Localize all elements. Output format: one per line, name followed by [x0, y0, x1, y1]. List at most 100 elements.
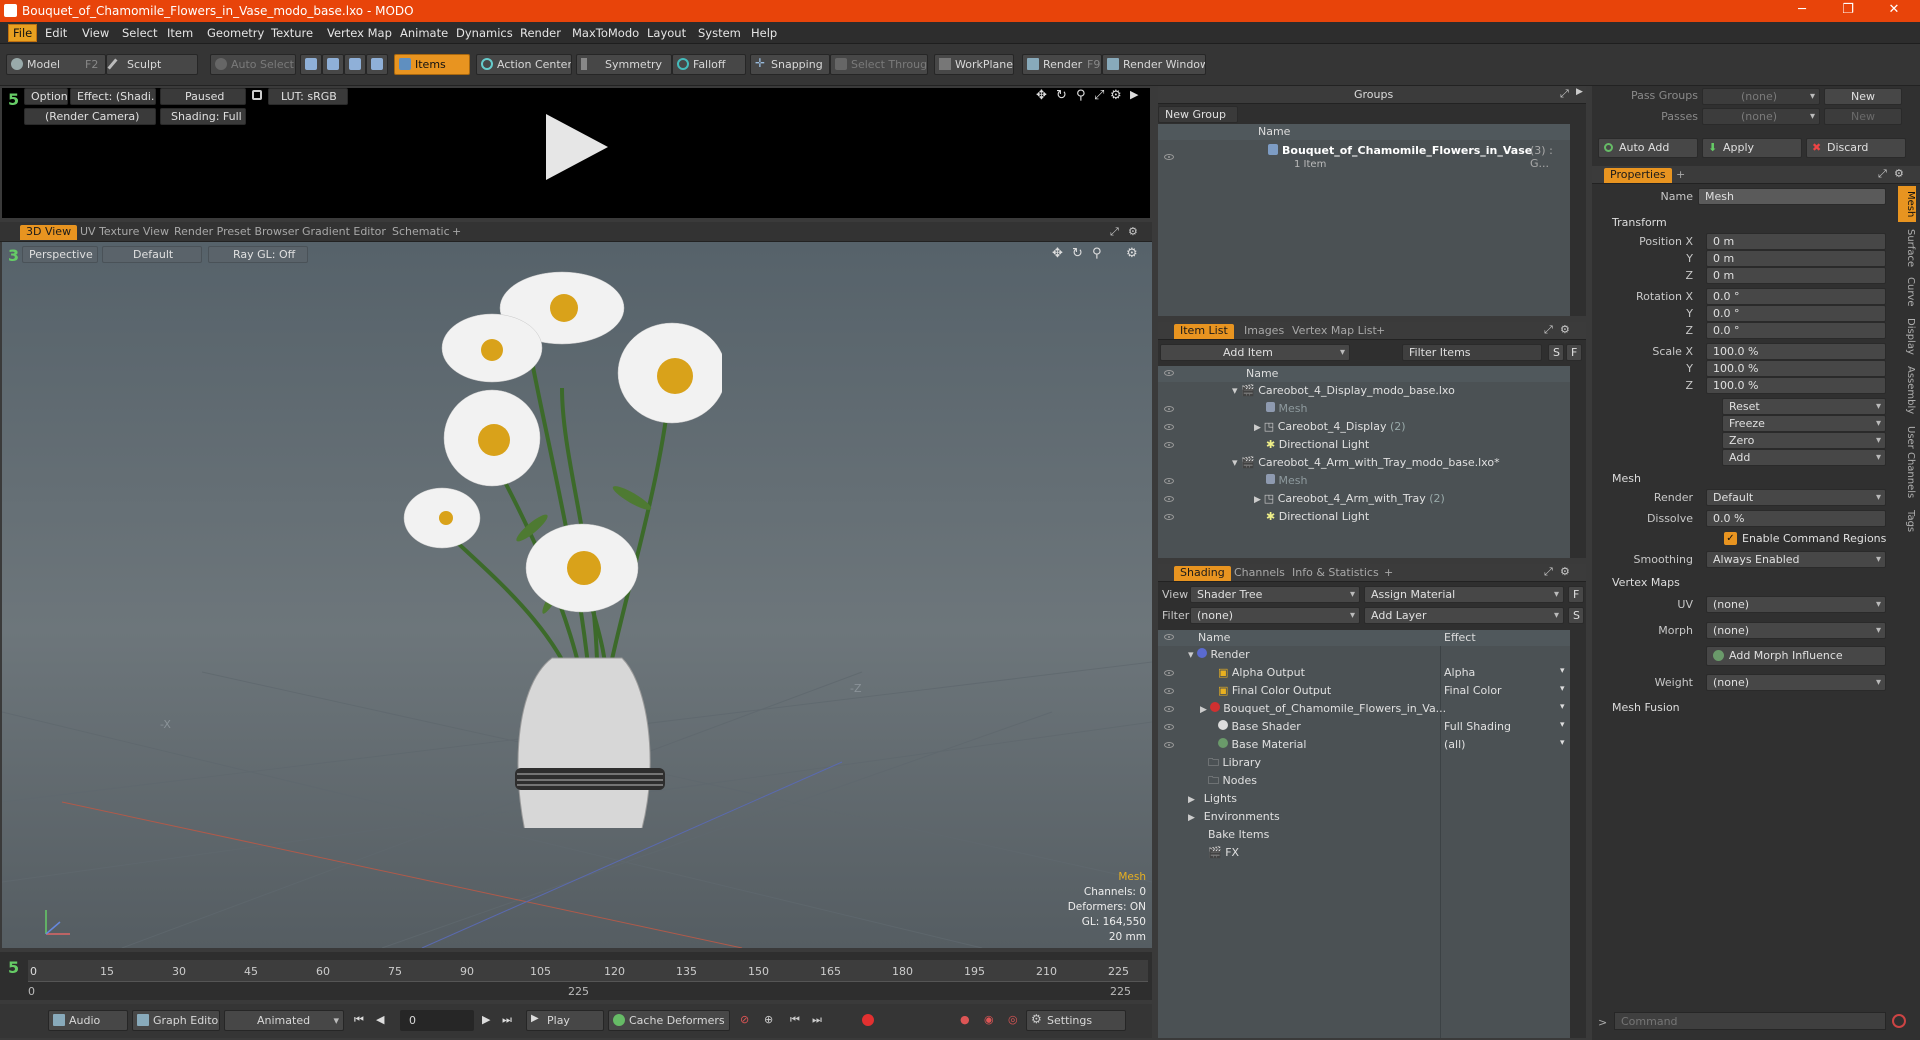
- shading-settings-icon[interactable]: ⚙: [1560, 565, 1570, 578]
- tab-images[interactable]: Images: [1238, 324, 1290, 339]
- next-key-icon[interactable]: ⏭: [812, 1013, 822, 1027]
- menu-dynamics[interactable]: Dynamics: [456, 26, 513, 40]
- visibility-icon[interactable]: [1164, 742, 1174, 748]
- command-input[interactable]: [1614, 1012, 1886, 1030]
- visibility-icon[interactable]: [1164, 724, 1174, 730]
- visibility-icon[interactable]: [1164, 406, 1174, 412]
- menu-texture[interactable]: Texture: [271, 26, 313, 40]
- list-item[interactable]: Mesh: [1266, 400, 1307, 418]
- workplane-button[interactable]: WorkPlane: [934, 54, 1014, 75]
- shader-row[interactable]: Base Material: [1218, 736, 1306, 754]
- visibility-icon[interactable]: [1164, 706, 1174, 712]
- auto-select-button[interactable]: Auto Select: [210, 54, 296, 75]
- zero-dropdown[interactable]: Zero: [1722, 432, 1886, 449]
- shading-f-button[interactable]: F: [1568, 586, 1584, 603]
- group-name[interactable]: Bouquet_of_Chamomile_Flowers_in_Vase: [1282, 144, 1532, 157]
- expand-icon[interactable]: ▾: [1188, 648, 1197, 661]
- vertex-maps-section[interactable]: Vertex Maps: [1612, 576, 1680, 589]
- preview-options-button[interactable]: Options: [24, 88, 68, 105]
- itemlist-settings-icon[interactable]: ⚙: [1560, 323, 1570, 336]
- tab-gradient-editor[interactable]: Gradient Editor: [296, 225, 392, 240]
- preview-arrow-icon[interactable]: ▶: [1130, 88, 1138, 101]
- menu-vertex-map[interactable]: Vertex Map: [327, 26, 392, 40]
- effect-dropdown-icon[interactable]: ▾: [1560, 684, 1565, 694]
- menu-geometry[interactable]: Geometry: [207, 26, 264, 40]
- tab-channels[interactable]: Channels: [1228, 566, 1291, 581]
- add-dropdown[interactable]: Add: [1722, 449, 1886, 466]
- step-back-icon[interactable]: ◀: [376, 1013, 384, 1026]
- position-z-input[interactable]: 0 m: [1706, 267, 1886, 284]
- key-all-icon[interactable]: ⊕: [764, 1013, 773, 1026]
- render-dropdown[interactable]: Default: [1706, 489, 1886, 506]
- new-pass-group-button[interactable]: New: [1824, 88, 1902, 105]
- raygl-dropdown[interactable]: Ray GL: Off: [208, 246, 308, 263]
- visibility-icon[interactable]: [1164, 424, 1174, 430]
- assign-material-dropdown[interactable]: Assign Material: [1364, 586, 1564, 603]
- shading-maximize-icon[interactable]: ⤢: [1544, 565, 1553, 579]
- transform-section[interactable]: Transform: [1612, 216, 1667, 229]
- viewport-pan-icon[interactable]: ✥: [1052, 246, 1063, 261]
- viewport-rotate-icon[interactable]: ↻: [1072, 246, 1083, 261]
- go-end-icon[interactable]: ⏭: [502, 1013, 512, 1027]
- shader-row[interactable]: 🎬 FX: [1208, 844, 1239, 862]
- animated-dropdown[interactable]: Animated ▾: [224, 1010, 344, 1031]
- visibility-icon[interactable]: [1164, 478, 1174, 484]
- list-item[interactable]: Mesh: [1266, 472, 1307, 490]
- preview-maximize-icon[interactable]: ⤢: [1094, 88, 1104, 103]
- shader-row[interactable]: 🗀 Library: [1208, 754, 1261, 772]
- expand-icon[interactable]: ▶: [1188, 795, 1198, 805]
- visibility-icon[interactable]: [1164, 670, 1174, 676]
- perspective-dropdown[interactable]: Perspective: [22, 246, 98, 263]
- 3d-viewport[interactable]: 3 Perspective Default Ray GL: Off ✥ ↻ ⚲ …: [2, 242, 1152, 948]
- side-tab-mesh[interactable]: Mesh: [1898, 186, 1916, 222]
- expand-icon[interactable]: ▾: [1232, 456, 1241, 469]
- new-group-button[interactable]: New Group: [1158, 106, 1238, 123]
- effect-dropdown[interactable]: Alpha: [1444, 664, 1475, 682]
- morph-dropdown[interactable]: (none): [1706, 622, 1886, 639]
- render-window-button[interactable]: Render Window: [1102, 54, 1206, 75]
- shader-row[interactable]: ▣ Alpha Output: [1218, 664, 1305, 682]
- preview-lut-dropdown[interactable]: LUT: sRGB: [268, 88, 348, 105]
- rotation-y-input[interactable]: 0.0 °: [1706, 305, 1886, 322]
- menu-file[interactable]: File: [8, 24, 38, 42]
- effect-dropdown-icon[interactable]: ▾: [1560, 666, 1565, 676]
- menu-animate[interactable]: Animate: [400, 26, 448, 40]
- range-mid[interactable]: 225: [568, 985, 589, 998]
- preview-camera-dropdown[interactable]: (Render Camera): [24, 108, 156, 125]
- add-item-dropdown[interactable]: Add Item: [1160, 344, 1350, 361]
- shader-row[interactable]: ▶ Bouquet_of_Chamomile_Flowers_in_Va...: [1200, 700, 1446, 718]
- visibility-icon[interactable]: [1164, 442, 1174, 448]
- position-x-input[interactable]: 0 m: [1706, 233, 1886, 250]
- list-item[interactable]: ▾ 🎬 Careobot_4_Arm_with_Tray_modo_base.l…: [1232, 454, 1500, 472]
- play-preview-icon[interactable]: [546, 114, 608, 180]
- shader-row[interactable]: 🗀 Nodes: [1208, 772, 1257, 790]
- tab-vertex-map-list[interactable]: Vertex Map List: [1286, 324, 1383, 339]
- pass-groups-dropdown[interactable]: (none): [1702, 88, 1820, 105]
- timeline[interactable]: 5 0 15 30 45 60 75 90 105 120 135 150 16…: [0, 952, 1152, 1000]
- itemlist-maximize-icon[interactable]: ⤢: [1544, 323, 1553, 337]
- auto-key-icon[interactable]: ●: [960, 1013, 970, 1026]
- scale-x-input[interactable]: 100.0 %: [1706, 343, 1886, 360]
- tab-info-statistics[interactable]: Info & Statistics: [1286, 566, 1385, 581]
- groups-maximize-icon[interactable]: ⤢: [1560, 87, 1569, 101]
- side-tab-display[interactable]: Display: [1898, 314, 1916, 358]
- vase-flowers-model[interactable]: [382, 268, 722, 828]
- filter-items-input[interactable]: Filter Items: [1402, 344, 1542, 361]
- tab-item-list[interactable]: Item List: [1174, 324, 1234, 339]
- side-tab-curve[interactable]: Curve: [1898, 274, 1916, 310]
- visibility-icon[interactable]: [1164, 688, 1174, 694]
- effect-dropdown[interactable]: Final Color: [1444, 682, 1502, 700]
- menu-layout[interactable]: Layout: [647, 26, 686, 40]
- list-item[interactable]: ▾ 🎬 Careobot_4_Display_modo_base.lxo: [1232, 382, 1455, 400]
- settings-button[interactable]: ⚙ Settings: [1026, 1010, 1126, 1031]
- viewport-settings-icon[interactable]: ⚙: [1128, 225, 1138, 238]
- auto-add-button[interactable]: Auto Add: [1598, 138, 1698, 158]
- audio-button[interactable]: Audio: [48, 1010, 128, 1031]
- select-materials-button[interactable]: [366, 54, 388, 75]
- enable-command-regions-checkbox[interactable]: ✓: [1724, 532, 1737, 545]
- tab-shading-add[interactable]: +: [1378, 566, 1399, 581]
- tab-add[interactable]: +: [446, 225, 467, 240]
- shader-row[interactable]: ▣ Final Color Output: [1218, 682, 1331, 700]
- groups-arrow-icon[interactable]: ▶: [1576, 87, 1583, 97]
- add-morph-influence-button[interactable]: Add Morph Influence: [1706, 646, 1886, 666]
